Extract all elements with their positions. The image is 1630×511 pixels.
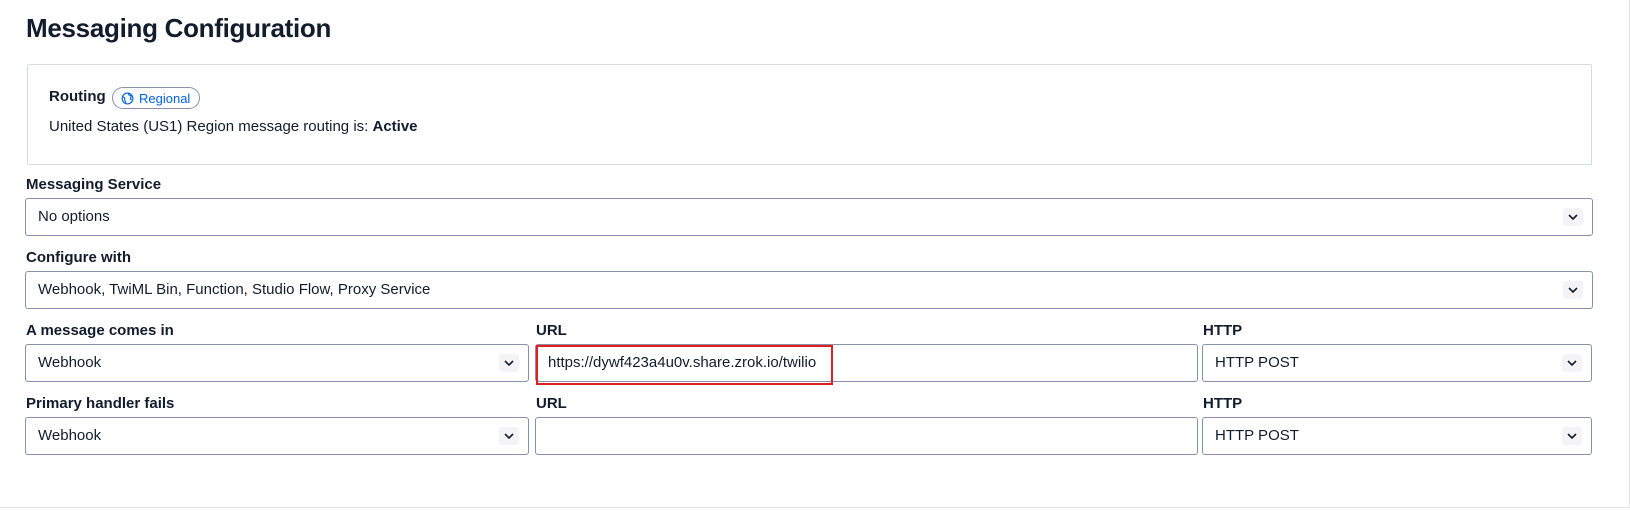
- fallback-url-input[interactable]: [535, 417, 1198, 455]
- chevron-down-icon: [1562, 427, 1582, 445]
- routing-title: Routing: [49, 88, 106, 105]
- routing-status-value: Active: [372, 118, 418, 135]
- fallback-http-label: HTTP: [1203, 395, 1243, 412]
- routing-card: Routing Regional United States (US1) Reg…: [27, 64, 1592, 165]
- message-url-value: https://dywf423a4u0v.share.zrok.io/twili…: [548, 354, 817, 371]
- configure-with-select[interactable]: Webhook, TwiML Bin, Function, Studio Flo…: [25, 271, 1593, 309]
- chevron-down-icon: [1563, 208, 1583, 226]
- message-http-label: HTTP: [1203, 322, 1243, 339]
- messaging-service-select[interactable]: No options: [25, 198, 1593, 236]
- fallback-http-method-value: HTTP POST: [1215, 427, 1299, 444]
- chevron-down-icon: [499, 354, 519, 372]
- message-url-label: URL: [536, 322, 567, 339]
- regional-badge-label: Regional: [139, 90, 191, 106]
- messaging-service-value: No options: [38, 208, 110, 225]
- message-http-method-select[interactable]: HTTP POST: [1202, 344, 1592, 382]
- routing-status: United States (US1) Region message routi…: [49, 117, 418, 137]
- fallback-url-label: URL: [536, 395, 567, 412]
- message-comes-in-type-value: Webhook: [38, 354, 102, 371]
- routing-status-text: United States (US1) Region message routi…: [49, 118, 373, 135]
- message-comes-in-label: A message comes in: [26, 322, 174, 339]
- primary-handler-fails-type-select[interactable]: Webhook: [25, 417, 529, 455]
- bottom-divider: [0, 507, 1630, 508]
- configure-with-value: Webhook, TwiML Bin, Function, Studio Flo…: [38, 281, 431, 298]
- regional-badge: Regional: [112, 87, 201, 109]
- messaging-configuration-page: Messaging Configuration Routing Regional…: [0, 0, 1630, 511]
- message-url-input[interactable]: https://dywf423a4u0v.share.zrok.io/twili…: [535, 344, 1198, 382]
- chevron-down-icon: [1563, 281, 1583, 299]
- chevron-down-icon: [499, 427, 519, 445]
- page-title: Messaging Configuration: [26, 13, 332, 43]
- primary-handler-fails-label: Primary handler fails: [26, 395, 175, 412]
- primary-handler-fails-type-value: Webhook: [38, 427, 102, 444]
- messaging-service-label: Messaging Service: [26, 176, 162, 193]
- message-comes-in-type-select[interactable]: Webhook: [25, 344, 529, 382]
- fallback-http-method-select[interactable]: HTTP POST: [1202, 417, 1592, 455]
- configure-with-label: Configure with: [26, 249, 131, 266]
- message-http-method-value: HTTP POST: [1215, 354, 1299, 371]
- chevron-down-icon: [1562, 354, 1582, 372]
- globe-icon: [121, 92, 134, 105]
